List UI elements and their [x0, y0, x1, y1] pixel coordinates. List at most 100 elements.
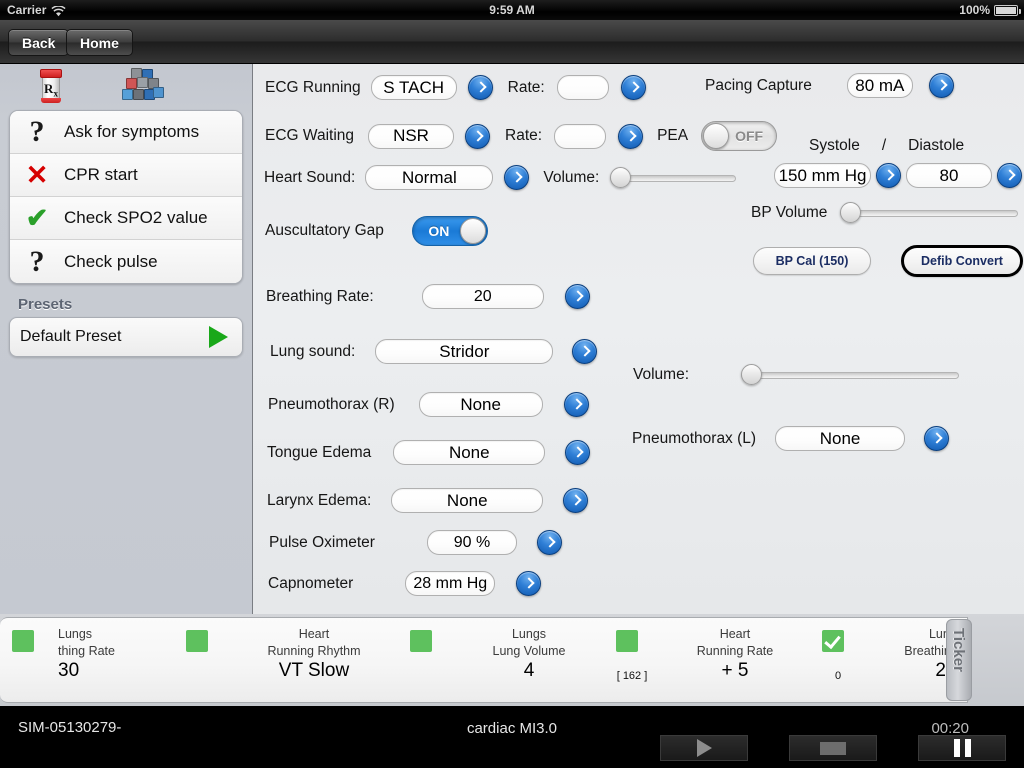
pneumothorax-left-label: Pneumothorax (L)	[632, 429, 757, 447]
status-clock: 9:59 AM	[489, 3, 535, 17]
breathing-rate-value[interactable]: 20	[421, 284, 544, 309]
bp-cal-button[interactable]: BP Cal (150)	[753, 247, 871, 275]
lung-sound-arrow[interactable]	[572, 339, 598, 364]
pulse-oximeter-arrow[interactable]	[536, 530, 562, 555]
ticker-bar: Lungs thing Rate 30 Heart Running Rhythm VT S…	[0, 614, 1024, 706]
battery-percent-label: 100%	[959, 3, 990, 17]
ecg-waiting-label: ECG Waiting	[265, 127, 355, 144]
breathing-rate-arrow[interactable]	[564, 284, 590, 309]
bp-volume-slider[interactable]	[840, 202, 1019, 224]
preset-row-default[interactable]: Default Preset	[9, 317, 243, 357]
ecg-running-value[interactable]: S TACH	[370, 75, 457, 100]
pacing-capture-value[interactable]: 80 mA	[846, 73, 913, 98]
transport-pause-button[interactable]	[918, 735, 1006, 761]
transport-play-button[interactable]	[660, 735, 748, 761]
slider-track	[840, 210, 1019, 217]
action-label: Check pulse	[64, 251, 158, 271]
bp-volume-label: BP Volume	[751, 204, 828, 221]
pneumothorax-right-value[interactable]: None	[418, 392, 543, 417]
tongue-edema-value[interactable]: None	[393, 440, 546, 465]
ticker-tab-label: Ticker	[950, 628, 967, 672]
question-mark-icon: ?	[29, 244, 45, 278]
ticker-item[interactable]: Heart Running Rhythm VT Slow	[230, 618, 398, 702]
ios-status-bar: Carrier 9:59 AM 100%	[0, 0, 1024, 20]
systole-arrow[interactable]	[876, 163, 901, 188]
pulse-oximeter-label: Pulse Oximeter	[269, 533, 375, 551]
larynx-edema-value[interactable]: None	[391, 488, 544, 513]
slider-knob[interactable]	[741, 364, 763, 385]
lung-sound-field: Lung sound: Stridor	[270, 339, 598, 364]
slider-knob[interactable]	[840, 202, 862, 223]
ticker-item-value: 30	[58, 660, 80, 681]
lung-volume-label: Volume:	[633, 366, 690, 383]
ticker-separator-note: [ 162 ]	[616, 670, 648, 682]
rx-bottle-icon[interactable]: Rx	[38, 67, 64, 103]
app-root: Carrier 9:59 AM 100% Back Home Rx ? Ask …	[0, 0, 1024, 768]
ecg-running-rate-input[interactable]	[556, 75, 609, 100]
pacing-capture-arrow[interactable]	[928, 73, 954, 98]
heart-sound-arrow[interactable]	[504, 165, 530, 190]
pneumothorax-left-field: Pneumothorax (L) None	[632, 426, 950, 451]
action-label: CPR start	[64, 165, 138, 184]
ticker-status-chip	[410, 630, 432, 652]
ticker-item[interactable]: Lungs Lung Volume 4	[454, 618, 604, 702]
ticker-item-category: Heart	[719, 627, 751, 641]
ticker-status-chip	[616, 630, 638, 652]
pneumothorax-left-arrow[interactable]	[924, 426, 950, 451]
lung-sound-value[interactable]: Stridor	[375, 339, 554, 364]
action-row-check-pulse[interactable]: ? Check pulse	[10, 240, 242, 283]
pneumothorax-left-value[interactable]: None	[775, 426, 906, 451]
larynx-edema-field: Larynx Edema: None	[267, 488, 589, 513]
defib-convert-button[interactable]: Defib Convert	[901, 245, 1023, 277]
ticker-item-parameter: thing Rate	[58, 644, 115, 658]
slider-knob[interactable]	[610, 166, 632, 188]
action-row-ask-for-symptoms[interactable]: ? Ask for symptoms	[10, 111, 242, 154]
auscultatory-gap-toggle[interactable]: ON	[411, 216, 488, 246]
status-battery-group: 100%	[959, 3, 1021, 17]
ticker-item[interactable]: Lungs thing Rate 30	[56, 618, 174, 702]
heart-sound-value[interactable]: Normal	[365, 165, 494, 190]
green-check-icon: ✔	[25, 202, 49, 233]
ecg-waiting-detail-arrow[interactable]	[465, 123, 491, 149]
preset-play-icon[interactable]	[209, 326, 228, 348]
systole-label: Systole	[809, 137, 860, 154]
capnometer-label: Capnometer	[268, 574, 354, 592]
ticker-item-parameter: Running Rhythm	[267, 644, 361, 658]
pneumothorax-right-label: Pneumothorax (R)	[268, 395, 395, 413]
ticker-tab-handle[interactable]: Ticker	[946, 619, 972, 701]
back-button[interactable]: Back	[8, 29, 70, 56]
ticker-item-category: Lungs	[511, 627, 547, 641]
systole-value[interactable]: 150 mm Hg	[774, 163, 871, 188]
pacing-capture-label: Pacing Capture	[705, 76, 812, 94]
transport-stop-button[interactable]	[789, 735, 877, 761]
ecg-waiting-rate-input[interactable]	[554, 123, 607, 149]
capnometer-arrow[interactable]	[516, 571, 542, 596]
ecg-running-detail-arrow[interactable]	[467, 75, 493, 100]
larynx-edema-arrow[interactable]	[563, 488, 589, 513]
home-button[interactable]: Home	[66, 29, 133, 56]
action-row-check-spo2-value[interactable]: ✔ Check SPO2 value	[10, 197, 242, 240]
ticker-item-list: Lungs thing Rate 30 Heart Running Rhythm VT S…	[0, 617, 968, 703]
tongue-edema-arrow[interactable]	[565, 440, 591, 465]
ecg-waiting-rate-arrow[interactable]	[618, 123, 644, 149]
heart-sound-volume-slider[interactable]	[610, 166, 737, 189]
battery-icon	[994, 4, 1021, 16]
ecg-running-rate-arrow[interactable]	[620, 75, 646, 100]
pulse-oximeter-value[interactable]: 90 %	[426, 530, 517, 555]
diastole-value[interactable]: 80	[906, 163, 992, 188]
breathing-rate-field: Breathing Rate: 20	[266, 284, 590, 309]
pea-toggle[interactable]: OFF	[701, 121, 778, 151]
diastole-arrow[interactable]	[997, 163, 1022, 188]
blocks-icon[interactable]	[122, 68, 164, 102]
ticker-item-category: Heart	[298, 627, 330, 641]
action-row-cpr-start[interactable]: ✕ CPR start	[10, 154, 242, 197]
ticker-check-chip	[822, 630, 844, 652]
ticker-item[interactable]: Heart Running Rate + 5	[660, 618, 810, 702]
ecg-waiting-value[interactable]: NSR	[368, 123, 455, 149]
lung-volume-slider[interactable]	[741, 364, 960, 386]
action-label: Ask for symptoms	[64, 122, 200, 141]
capnometer-value[interactable]: 28 mm Hg	[405, 571, 496, 596]
pneumothorax-right-arrow[interactable]	[563, 392, 589, 417]
ecg-waiting-rate-label: Rate:	[505, 127, 543, 144]
ticker-separator: 0	[810, 618, 866, 702]
